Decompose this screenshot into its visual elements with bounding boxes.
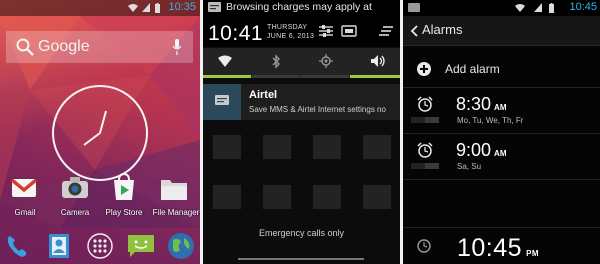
messaging-icon[interactable] <box>127 234 155 258</box>
shade-drag-handle[interactable] <box>238 258 364 260</box>
bluetooth-tile-indicator <box>252 75 300 78</box>
phone-icon[interactable] <box>6 234 28 258</box>
page-title: Alarms <box>422 22 463 37</box>
alarm-clock-icon[interactable] <box>417 142 433 158</box>
signal-icon <box>142 3 150 12</box>
status-time: 10:35 <box>168 1 196 13</box>
background-app-ghost <box>313 185 341 209</box>
signal-icon <box>534 3 542 12</box>
back-chevron-icon[interactable] <box>410 25 418 37</box>
background-app-ghost <box>363 185 391 209</box>
google-search-bar[interactable]: Google <box>6 31 193 63</box>
app-label-play-store: Play Store <box>105 208 143 217</box>
mic-icon[interactable] <box>173 39 181 55</box>
alarm-toggle-off <box>411 117 425 123</box>
alarm-item[interactable]: 8:30 AM Mo, Tu, We, Th, Fr <box>403 90 600 134</box>
analog-clock-widget[interactable] <box>52 85 148 181</box>
screenshot-collage: 10:35 Google Gmail Camera Play Store Fil… <box>0 0 600 264</box>
notification-airtel[interactable]: Airtel Save MMS & Airtel Internet settin… <box>203 84 400 120</box>
current-time-footer: 10:45 PM <box>403 227 600 264</box>
emergency-calls-label: Emergency calls only <box>258 228 345 238</box>
notification-text: Save MMS & Airtel Internet settings no <box>249 105 386 114</box>
alarm-item[interactable]: 9:00 AM Sa, Su <box>403 136 600 180</box>
bluetooth-icon[interactable] <box>271 54 281 69</box>
app-drawer-icon[interactable] <box>87 233 113 259</box>
rotation-icon[interactable] <box>341 25 357 37</box>
gps-icon[interactable] <box>319 54 333 68</box>
background-app-ghost <box>363 135 391 159</box>
background-app-ghost <box>213 185 241 209</box>
browser-icon[interactable] <box>167 232 195 260</box>
current-time-value: 10:45 <box>457 234 523 262</box>
alarm-days: Sa, Su <box>457 162 482 171</box>
current-time: 10:45 PM <box>457 234 539 263</box>
status-bar: 10:45 <box>403 0 600 16</box>
dock <box>0 228 200 264</box>
wifi-icon[interactable] <box>217 54 233 68</box>
background-app-ghost <box>263 135 291 159</box>
sound-tile-indicator <box>350 75 400 78</box>
search-icon <box>16 38 34 56</box>
status-ticker-text: Browsing charges may apply at <box>226 1 372 13</box>
app-label-file-manager: File Manager <box>152 208 200 217</box>
gps-tile-indicator <box>301 75 349 78</box>
shade-day: THURSDAY <box>267 24 308 31</box>
alarm-ampm: AM <box>494 149 507 158</box>
notification-title: Airtel <box>249 89 278 101</box>
battery-icon <box>549 3 554 13</box>
status-bar: Browsing charges may apply at <box>203 0 400 15</box>
background-app-ghost <box>263 185 291 209</box>
wifi-status-icon <box>128 4 138 12</box>
notification-shade-panel: Browsing charges may apply at 10:41 THUR… <box>203 0 400 264</box>
alarm-toggle[interactable] <box>425 163 439 169</box>
notification-sms-icon <box>408 3 420 12</box>
search-label: Google <box>38 38 90 55</box>
alarm-days: Mo, Tu, We, Th, Fr <box>457 116 524 125</box>
add-alarm-label: Add alarm <box>445 62 500 76</box>
settings-sliders-icon[interactable] <box>319 25 333 37</box>
clock-hands-icon <box>83 110 107 146</box>
sound-icon[interactable] <box>370 54 386 68</box>
home-screen-panel: 10:35 Google Gmail Camera Play Store Fil… <box>0 0 200 264</box>
clock-icon[interactable] <box>417 239 431 253</box>
wifi-status-icon <box>515 4 525 12</box>
background-app-ghost <box>213 135 241 159</box>
contacts-icon[interactable] <box>47 233 71 259</box>
quick-settings-row <box>203 48 400 78</box>
shade-date: JUNE 6, 2013 <box>267 33 315 40</box>
alarm-ampm: AM <box>494 103 507 112</box>
shade-header: 10:41 THURSDAY JUNE 6, 2013 <box>203 15 400 47</box>
camera-icon <box>62 177 88 198</box>
alarm-time-value: 8:30 <box>456 94 492 114</box>
wifi-tile-indicator <box>203 75 251 78</box>
alarms-panel: 10:45 Alarms Add alarm 8:30 AM Mo, Tu, W… <box>403 0 600 264</box>
alarm-clock-icon[interactable] <box>417 96 433 112</box>
action-bar: Alarms <box>403 16 600 46</box>
play-store-icon <box>114 173 134 200</box>
battery-icon <box>155 3 160 13</box>
status-bar: 10:35 <box>0 0 200 16</box>
alarm-toggle[interactable] <box>425 117 439 123</box>
app-label-gmail: Gmail <box>14 208 36 217</box>
notification-icon-box <box>203 84 241 120</box>
add-alarm-button[interactable]: Add alarm <box>403 50 600 88</box>
message-icon <box>215 95 229 105</box>
alarm-time: 8:30 AM <box>456 94 507 115</box>
alarm-toggle-off <box>411 163 425 169</box>
status-time: 10:45 <box>569 1 597 13</box>
app-label-camera: Camera <box>60 208 90 217</box>
clear-all-icon[interactable] <box>379 25 393 37</box>
alarm-time: 9:00 AM <box>456 140 507 161</box>
background-app-ghost <box>313 135 341 159</box>
current-ampm: PM <box>526 249 540 258</box>
notification-sms-icon <box>208 2 221 12</box>
folder-icon <box>161 180 187 200</box>
add-icon <box>417 62 431 76</box>
shade-time: 10:41 <box>208 22 264 45</box>
alarm-time-value: 9:00 <box>456 140 492 160</box>
gmail-icon <box>11 178 37 197</box>
